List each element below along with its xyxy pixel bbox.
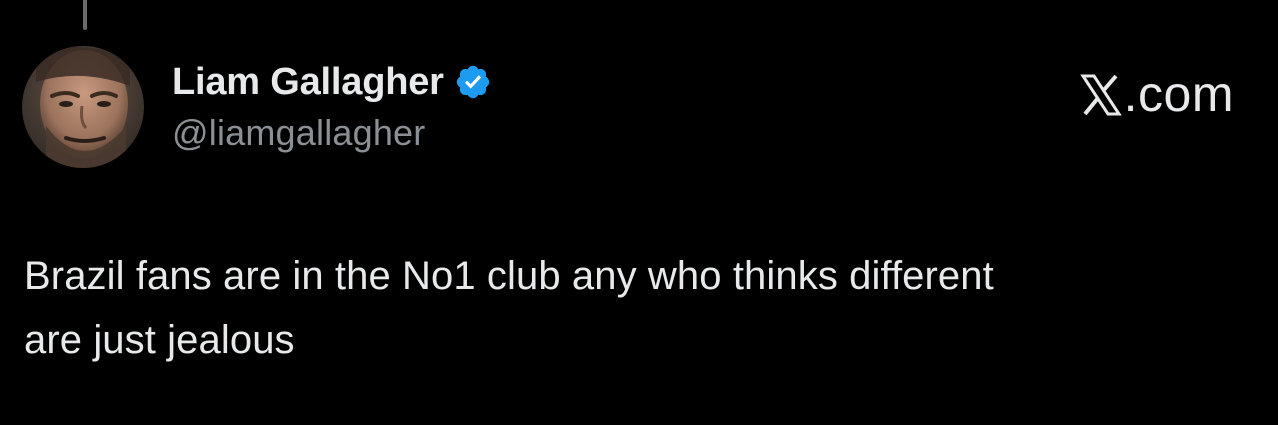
tweet-text-line: Brazil fans are in the No1 club any who … — [24, 254, 994, 298]
profile-photo-avatar — [22, 46, 144, 168]
thread-connector-line — [83, 0, 87, 30]
avatar[interactable] — [22, 46, 144, 168]
author-handle[interactable]: @liamgallagher — [172, 110, 425, 156]
brand-domain-suffix: .com — [1123, 66, 1234, 122]
author-display-name[interactable]: Liam Gallagher — [172, 58, 444, 106]
x-logo-icon — [1079, 71, 1122, 117]
tweet-text-line: are just jealous — [24, 318, 295, 362]
verified-check-icon — [454, 63, 492, 101]
author-name-row[interactable]: Liam Gallagher — [172, 58, 492, 106]
brand-watermark: .com — [1079, 64, 1234, 124]
tweet-text: Brazil fans are in the No1 club any who … — [24, 244, 1224, 372]
